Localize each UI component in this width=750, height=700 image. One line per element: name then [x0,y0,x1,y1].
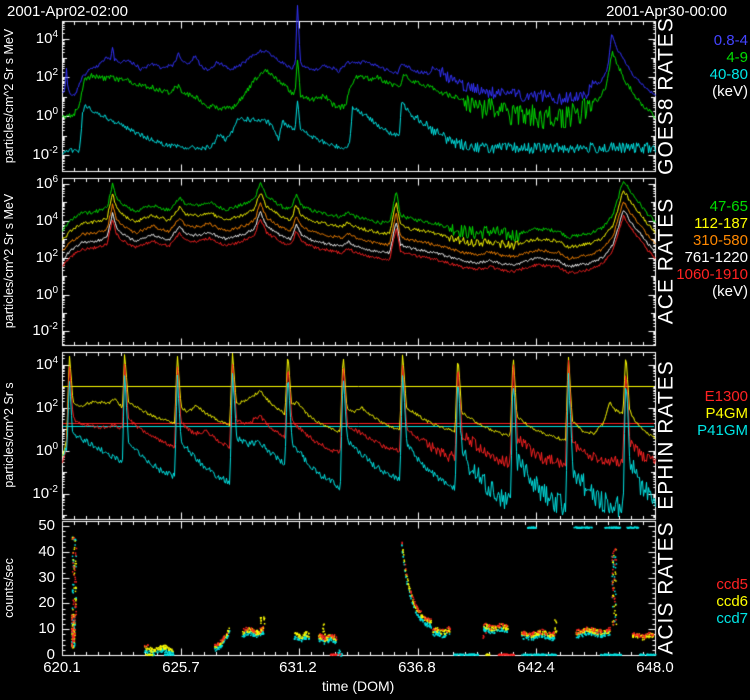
legend-label--kev-: (keV) [658,284,748,301]
y-tick-label: 100 [0,107,58,123]
y-tick-label: 10-2 [0,146,58,162]
y-tick-label: 10 [0,621,55,636]
legend-label-112-187: 112-187 [658,216,748,233]
y-tick-label: 102 [0,399,58,415]
radiation-rates-plot: 2001-Apr02-02:00 2001-Apr30-00:00 partic… [0,0,750,700]
x-tick-label: 636.8 [387,660,447,675]
legend-label-p4gm: P4GM [658,406,748,423]
x-tick-label: 648.0 [625,660,685,675]
y-tick-label: 104 [0,356,58,372]
x-tick-label: 620.1 [32,660,92,675]
y-tick-label: 100 [0,442,58,458]
x-tick-label: 642.4 [506,660,566,675]
x-tick-label: 631.2 [268,660,328,675]
legend-label-ccd7: ccd7 [658,611,748,628]
y-tick-label: 10-2 [0,485,58,501]
y-tick-label: 100 [0,286,58,302]
legend-label-e1300: E1300 [658,389,748,406]
legend-label--kev-: (keV) [658,84,748,101]
x-tick-label: 625.7 [151,660,211,675]
y-tick-label: 10-2 [0,322,58,338]
chart-canvas [0,0,750,700]
panel1-y-axis-label: particles/cm^2 Sr s MeV [3,29,16,163]
x-axis-title: time (DOM) [322,679,394,693]
legend-label-40-80: 40-80 [658,67,748,84]
y-tick-label: 106 [0,175,58,191]
legend-label-0-8-4: 0.8-4 [658,33,748,50]
legend-label-1060-1910: 1060-1910 [658,267,748,284]
y-tick-label: 104 [0,212,58,228]
legend-label-761-1220: 761-1220 [658,250,748,267]
legend-label-47-65: 47-65 [658,199,748,216]
y-tick-label: 102 [0,249,58,265]
start-time-title: 2001-Apr02-02:00 [7,4,128,19]
legend-label-ccd6: ccd6 [658,594,748,611]
y-tick-label: 102 [0,68,58,84]
legend-label-ccd5: ccd5 [658,577,748,594]
y-tick-label: 40 [0,544,55,559]
legend-label-310-580: 310-580 [658,233,748,250]
y-tick-label: 104 [0,30,58,46]
y-tick-label: 30 [0,570,55,585]
y-tick-label: 20 [0,595,55,610]
legend-label-4-9: 4-9 [658,50,748,67]
legend-label-p41gm: P41GM [658,423,748,440]
y-tick-label: 50 [0,518,55,533]
